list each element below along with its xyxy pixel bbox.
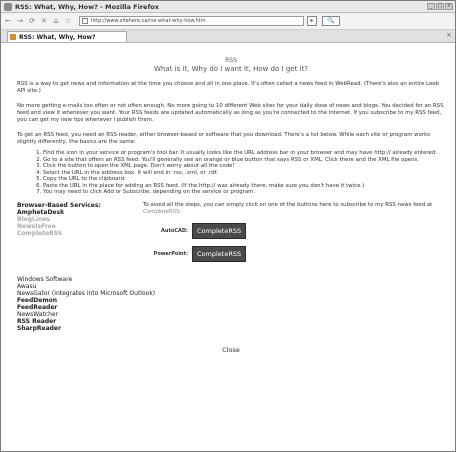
software-link-feeddemon[interactable]: FeedDemon [17, 297, 445, 304]
go-button[interactable]: ▸ [307, 16, 317, 26]
software-link-feedreader[interactable]: FeedReader [17, 304, 445, 311]
completerss-link[interactable]: CompleteRSS. [143, 209, 181, 215]
software-link-sharpreader[interactable]: SharpReader [17, 325, 445, 332]
subscribe-note-text: To avoid all the steps, you can simply c… [143, 201, 433, 208]
steps-list: Find the icon in your service or program… [17, 150, 445, 196]
service-link-newsisfree[interactable]: NewsIsFree [17, 223, 143, 230]
stop-icon[interactable]: ✕ [39, 16, 49, 26]
subscribe-label-1: AutoCAD: [161, 227, 188, 234]
subscribe-column: To avoid all the steps, you can simply c… [143, 202, 443, 262]
rss-favicon-icon [10, 34, 16, 40]
service-link-amphetadesk[interactable]: AmphetaDesk [17, 209, 143, 216]
subscribe-row-2: PowerPoint: CompleteRSS [143, 245, 443, 262]
close-window-button[interactable]: × [445, 3, 453, 10]
step-item: You may need to click Add or Subscribe, … [43, 189, 445, 196]
intro-paragraph: RSS is a way to get news and information… [17, 81, 439, 94]
page-icon [82, 18, 88, 24]
window-title: RSS: What, Why, How? - Mozilla Firefox [15, 2, 159, 11]
tab-rss[interactable]: RSS: What, Why, How? [7, 31, 127, 42]
navigation-toolbar: ← → ⟳ ✕ ⌂ ☆ http://www.sitehere.ca/rss-w… [1, 13, 455, 30]
subscribe-label-2: PowerPoint: [153, 250, 188, 257]
software-link-awasu[interactable]: Awasu [17, 283, 445, 290]
subscribe-row-1: AutoCAD: CompleteRSS [143, 222, 443, 239]
firefox-icon [4, 2, 12, 11]
maximize-button[interactable]: □ [436, 3, 444, 10]
page-content: RSS What is it, Why do I want it, How do… [17, 43, 445, 354]
home-icon[interactable]: ⌂ [51, 16, 61, 26]
url-text: http://www.sitehere.ca/rss-what-why-how.… [91, 18, 206, 24]
browser-services-column: Browser-Based Services: AmphetaDesk Blog… [17, 202, 143, 262]
software-link-newswatcher[interactable]: NewsWatcher [17, 311, 445, 318]
bookmark-icon[interactable]: ☆ [63, 16, 73, 26]
service-link-bloglines[interactable]: BlogLines [17, 216, 143, 223]
how-to-paragraph: To get an RSS feed, you need an RSS read… [17, 132, 431, 145]
close-link[interactable]: Close [17, 346, 445, 354]
services-section: Browser-Based Services: AmphetaDesk Blog… [17, 202, 445, 262]
title-bar: RSS: What, Why, How? - Mozilla Firefox _… [1, 1, 455, 13]
service-link-completerss[interactable]: CompleteRSS [17, 230, 143, 237]
step-item: Find the icon in your service or program… [43, 150, 445, 157]
software-link-rss-reader[interactable]: RSS Reader [17, 318, 445, 325]
forward-icon[interactable]: → [15, 16, 25, 26]
page-heading-sub: What is it, Why do I want it, How do I g… [154, 65, 308, 73]
completerss-button-2[interactable]: CompleteRSS [192, 245, 247, 262]
subscribe-note: To avoid all the steps, you can simply c… [143, 202, 443, 216]
back-icon[interactable]: ← [3, 16, 13, 26]
windows-software-section: Windows Software Awasu NewsGator (integr… [17, 276, 445, 332]
tab-label: RSS: What, Why, How? [19, 33, 96, 41]
completerss-button-1[interactable]: CompleteRSS [192, 222, 247, 239]
reload-icon[interactable]: ⟳ [27, 16, 37, 26]
minimize-button[interactable]: _ [427, 3, 435, 10]
software-link-newsgator[interactable]: NewsGator (integrates into Microsoft Out… [17, 290, 445, 297]
browser-services-title: Browser-Based Services: [17, 201, 101, 209]
tab-bar: RSS: What, Why, How? × [1, 30, 455, 43]
search-icon[interactable]: 🔍 [322, 16, 340, 26]
benefits-paragraph: No more getting e-mails too often or not… [17, 103, 444, 123]
browser-window: RSS: What, Why, How? - Mozilla Firefox _… [0, 0, 456, 452]
tab-close-icon[interactable]: × [446, 32, 453, 39]
url-bar[interactable]: http://www.sitehere.ca/rss-what-why-how.… [79, 16, 304, 26]
page-heading-top: RSS [225, 57, 237, 64]
window-controls: _ □ × [427, 3, 453, 10]
windows-software-title: Windows Software [17, 275, 73, 283]
